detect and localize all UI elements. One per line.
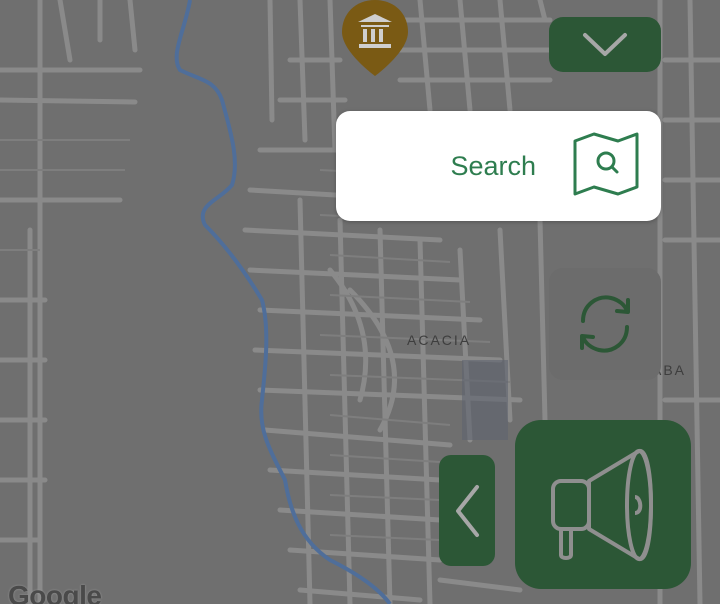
search-button[interactable]: Search	[336, 111, 661, 221]
announcements-button[interactable]	[515, 420, 691, 589]
chevron-down-icon	[583, 32, 627, 56]
chevron-left-icon	[456, 484, 479, 537]
back-button[interactable]	[439, 455, 495, 566]
megaphone-icon	[551, 448, 653, 561]
refresh-button[interactable]	[549, 268, 661, 380]
museum-pin-icon[interactable]	[340, 0, 410, 81]
refresh-icon	[580, 295, 630, 353]
map-search-icon	[572, 131, 640, 202]
google-attribution-logo: Google	[8, 580, 102, 604]
collapse-button[interactable]	[549, 17, 661, 72]
place-label-acacia: ACACIA	[407, 332, 472, 348]
search-label: Search	[450, 151, 536, 181]
